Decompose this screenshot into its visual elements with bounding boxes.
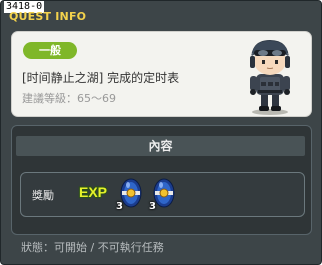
quest-summary-panel: 一般 [时间静止之湖] 完成的定时表 建議等級：65～69 (11, 31, 312, 117)
quest-status-text: 狀態：可開始 / 不可執行任務 (21, 241, 164, 254)
reward-item-count: 3 (116, 201, 123, 212)
reward-item-1[interactable]: 3 (116, 177, 145, 212)
quest-info-window: 3418-0 QUEST INFO 一般 [时间静止之湖] 完成的定时表 建議等… (0, 0, 322, 265)
exp-text: EXP (79, 184, 107, 200)
quest-category-badge: 一般 (23, 42, 77, 59)
reward-label: 獎勵 (32, 189, 54, 202)
reward-box: 獎勵 EXP 3 3 (20, 172, 305, 217)
soldier-npc-icon (250, 40, 290, 115)
exp-icon: EXP (78, 183, 108, 201)
quest-content-panel: 內容 獎勵 EXP 3 3 (11, 125, 312, 235)
reward-item-2[interactable]: 3 (149, 177, 178, 212)
window-title: QUEST INFO (9, 10, 87, 23)
reward-item-count: 3 (149, 201, 156, 212)
quest-recommended-level: 建議等級：65～69 (22, 92, 116, 105)
content-section-header: 內容 (16, 136, 305, 156)
quest-name: [时间静止之湖] 完成的定时表 (22, 71, 180, 85)
